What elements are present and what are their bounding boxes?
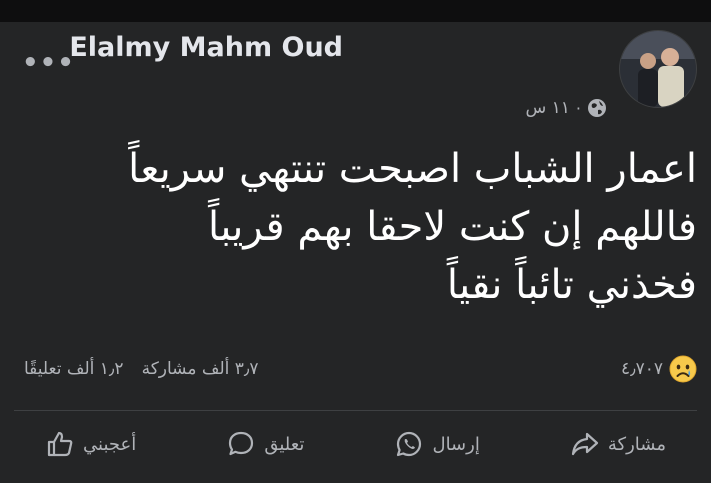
- sad-emoji-icon: [669, 355, 697, 383]
- author-name[interactable]: Elalmy Mahm Oud: [69, 32, 343, 63]
- reactions-count: ٤٫٧٠٧: [620, 359, 663, 379]
- globe-icon[interactable]: [587, 98, 607, 118]
- like-button[interactable]: أعجبني: [45, 429, 136, 459]
- share-button[interactable]: مشاركة: [570, 429, 666, 459]
- share-label: مشاركة: [607, 433, 666, 455]
- share-arrow-icon: [571, 432, 598, 456]
- meta-separator: ·: [575, 98, 581, 118]
- avatar-photo: [620, 31, 696, 107]
- send-button[interactable]: إرسال: [394, 429, 480, 459]
- comment-button[interactable]: تعليق: [226, 429, 304, 459]
- post-text-line: فاللهم إن كنت لاحقا بهم قريباً: [208, 204, 697, 250]
- post-time[interactable]: ١١ س: [525, 98, 569, 118]
- post-text-line: فخذني تائباً نقياً: [446, 262, 697, 308]
- engagement-counts: ٣٫٧ ألف مشاركة ١٫٢ ألف تعليقًا: [24, 359, 259, 379]
- post-card: Elalmy Mahm Oud ••• ١١ س · اعمار الشباب …: [0, 22, 711, 483]
- send-label: إرسال: [432, 433, 480, 455]
- thumbs-up-icon: [47, 431, 73, 457]
- reactions-summary[interactable]: ٤٫٧٠٧: [621, 355, 697, 383]
- comment-bubble-icon: [229, 431, 254, 456]
- author-avatar[interactable]: [619, 30, 697, 108]
- post-text-line: اعمار الشباب اصبحت تنتهي سريعاً: [128, 146, 697, 192]
- like-label: أعجبني: [83, 433, 137, 455]
- comments-count[interactable]: ١٫٢ ألف تعليقًا: [24, 359, 124, 379]
- whatsapp-icon: [397, 431, 422, 457]
- post-body: اعمار الشباب اصبحت تنتهي سريعاً فاللهم إ…: [97, 140, 697, 314]
- stats-row: ٤٫٧٠٧ ٣٫٧ ألف مشاركة ١٫٢ ألف تعليقًا: [0, 347, 711, 391]
- more-options-icon[interactable]: •••: [22, 50, 75, 76]
- top-status-bar: [0, 0, 711, 22]
- action-bar: أعجبني تعليق إرسال مشاركة: [0, 414, 711, 474]
- divider: [14, 410, 697, 411]
- shares-count[interactable]: ٣٫٧ ألف مشاركة: [142, 359, 259, 379]
- comment-label: تعليق: [264, 433, 305, 455]
- post-meta: ١١ س ·: [525, 98, 607, 118]
